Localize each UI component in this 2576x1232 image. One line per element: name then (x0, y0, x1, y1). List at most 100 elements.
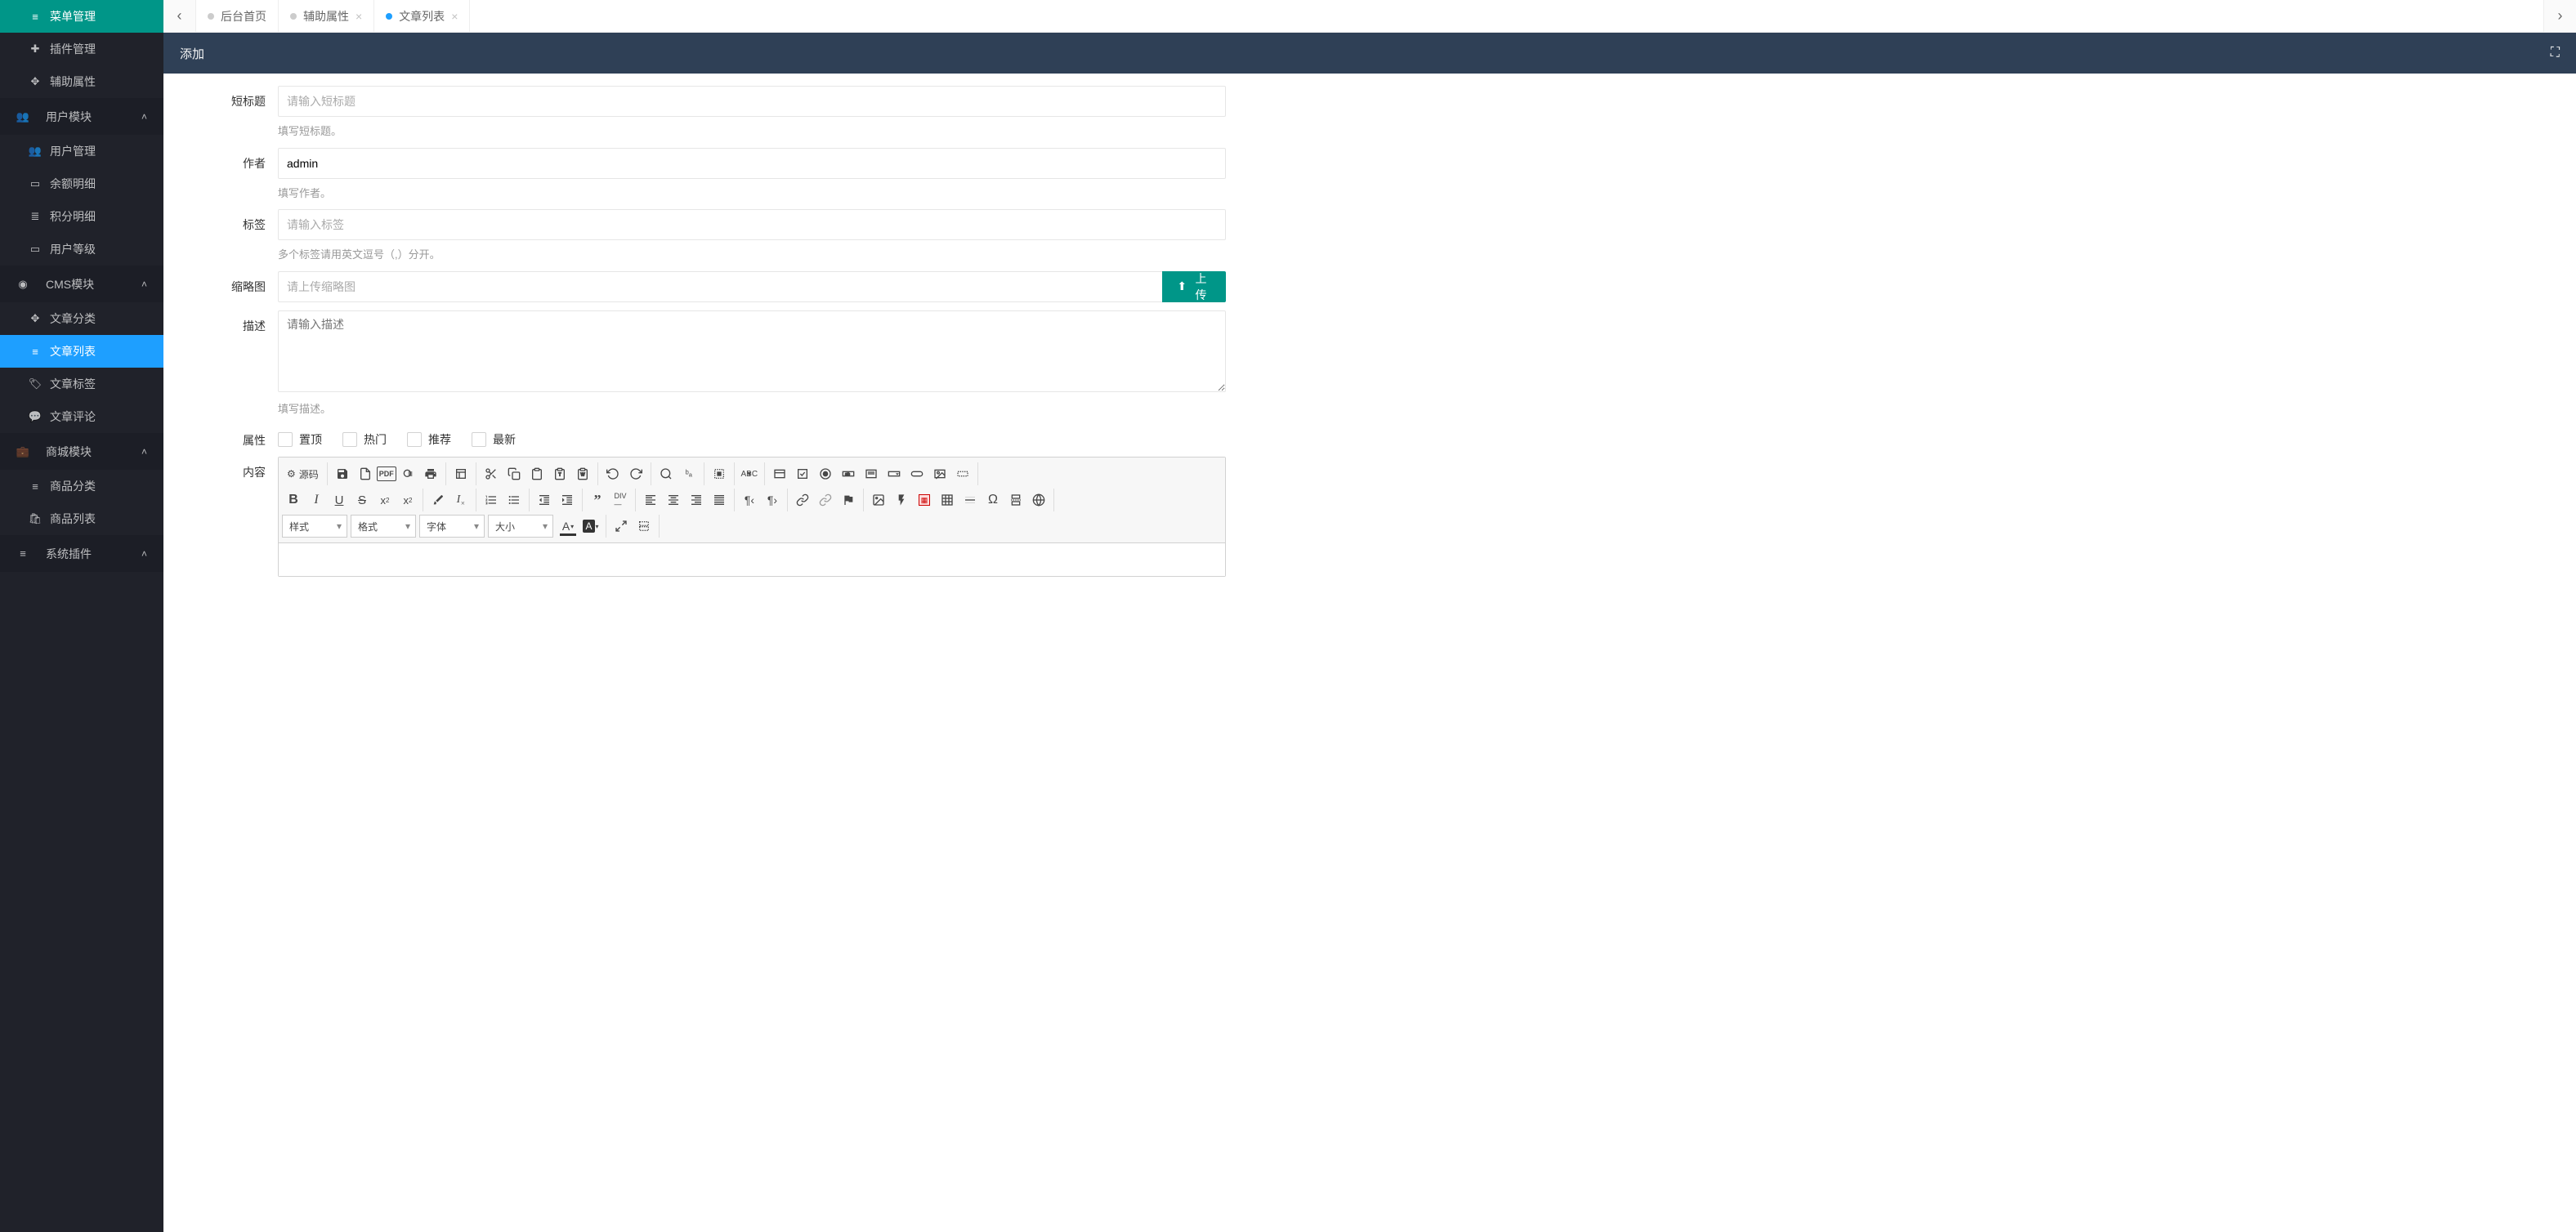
italic-icon[interactable]: I (305, 489, 328, 511)
hidden-field-icon[interactable] (951, 462, 974, 485)
sidebar-item[interactable]: 🏷文章标签 (0, 368, 163, 400)
paste-icon[interactable] (525, 462, 548, 485)
form-icon[interactable] (768, 462, 791, 485)
checkbox-item[interactable]: 推荐 (407, 431, 451, 448)
textarea-icon[interactable] (860, 462, 883, 485)
radio-icon[interactable] (814, 462, 837, 485)
sidebar-item[interactable]: 💬文章评论 (0, 400, 163, 433)
align-center-icon[interactable] (662, 489, 685, 511)
special-char-icon[interactable]: Ω (982, 489, 1004, 511)
superscript-icon[interactable]: x2 (396, 489, 419, 511)
editor-size-select[interactable]: 大小 (488, 515, 553, 538)
maximize-icon[interactable]: ⛶ (2551, 46, 2560, 60)
text-color-icon[interactable]: A▾ (557, 515, 579, 538)
input-thumb[interactable] (278, 271, 1162, 302)
subscript-icon[interactable]: x2 (373, 489, 396, 511)
undo-icon[interactable] (602, 462, 624, 485)
multi-image-icon[interactable]: ▦ (913, 489, 936, 511)
textfield-icon[interactable]: ab (837, 462, 860, 485)
close-icon[interactable]: × (451, 10, 458, 23)
sidebar-item[interactable]: ▭用户等级 (0, 233, 163, 266)
sidebar-item[interactable]: 👥用户管理 (0, 135, 163, 167)
bold-icon[interactable]: B (282, 489, 305, 511)
indent-icon[interactable] (556, 489, 579, 511)
preview-icon[interactable] (396, 462, 419, 485)
underline-icon[interactable]: U (328, 489, 351, 511)
image-button-icon[interactable] (928, 462, 951, 485)
template-icon[interactable] (449, 462, 472, 485)
upload-button[interactable]: ⬆ 上传 (1162, 271, 1226, 302)
textarea-desc[interactable] (278, 310, 1226, 392)
sidebar-section[interactable]: ◉CMS模块˄ (0, 266, 163, 302)
paste-text-icon[interactable]: T (548, 462, 571, 485)
select-all-icon[interactable] (708, 462, 731, 485)
find-icon[interactable] (655, 462, 678, 485)
align-left-icon[interactable] (639, 489, 662, 511)
show-blocks-icon[interactable] (633, 515, 655, 538)
paste-word-icon[interactable]: W (571, 462, 594, 485)
sidebar-item[interactable]: ≡菜单管理 (0, 0, 163, 33)
maximize-editor-icon[interactable] (610, 515, 633, 538)
editor-body[interactable] (279, 543, 1225, 576)
input-tags[interactable] (278, 209, 1226, 240)
editor-style-select[interactable]: 样式 (282, 515, 347, 538)
tab[interactable]: 辅助属性× (279, 0, 374, 32)
align-right-icon[interactable] (685, 489, 708, 511)
sidebar-item[interactable]: ≡文章列表 (0, 335, 163, 368)
checkbox-item[interactable]: 最新 (472, 431, 516, 448)
sidebar-item[interactable]: ✥文章分类 (0, 302, 163, 335)
print-icon[interactable] (419, 462, 442, 485)
input-short-title[interactable] (278, 86, 1226, 117)
input-author[interactable] (278, 148, 1226, 179)
bg-color-icon[interactable]: A▾ (579, 515, 602, 538)
checkbox-item[interactable]: 置顶 (278, 431, 322, 448)
sidebar-item[interactable]: 🛍商品列表 (0, 502, 163, 535)
sidebar-item[interactable]: ✚插件管理 (0, 33, 163, 65)
sidebar-item[interactable]: ▭余额明细 (0, 167, 163, 200)
pdf-icon[interactable]: PDF (377, 466, 396, 481)
sidebar-section[interactable]: 💼商城模块˄ (0, 433, 163, 470)
remove-format-icon[interactable]: I× (449, 489, 472, 511)
numbered-list-icon[interactable] (480, 489, 503, 511)
ltr-icon[interactable]: ¶‹ (738, 489, 761, 511)
copy-icon[interactable] (503, 462, 525, 485)
spellcheck-icon[interactable]: ABC▾ (738, 462, 761, 485)
hr-icon[interactable] (959, 489, 982, 511)
sidebar-section[interactable]: 👥用户模块˄ (0, 98, 163, 135)
align-justify-icon[interactable] (708, 489, 731, 511)
rtl-icon[interactable]: ¶› (761, 489, 784, 511)
link-icon[interactable] (791, 489, 814, 511)
sidebar-section[interactable]: ≡系统插件˄ (0, 535, 163, 572)
redo-icon[interactable] (624, 462, 647, 485)
editor-font-select[interactable]: 字体 (419, 515, 485, 538)
editor-format-select[interactable]: 格式 (351, 515, 416, 538)
pagebreak-icon[interactable] (1004, 489, 1027, 511)
editor-source-button[interactable]: ⚙ 源码 (282, 462, 324, 485)
sidebar-item[interactable]: ✥辅助属性 (0, 65, 163, 98)
blockquote-icon[interactable]: ” (586, 489, 609, 511)
button-field-icon[interactable] (906, 462, 928, 485)
tab[interactable]: 文章列表× (374, 0, 470, 32)
checkbox-item[interactable]: 热门 (342, 431, 387, 448)
iframe-icon[interactable] (1027, 489, 1050, 511)
checkbox-icon[interactable] (791, 462, 814, 485)
new-page-icon[interactable] (354, 462, 377, 485)
sidebar-item[interactable]: ≡商品分类 (0, 470, 163, 502)
div-icon[interactable]: DIV— (609, 489, 632, 511)
outdent-icon[interactable] (533, 489, 556, 511)
replace-icon[interactable]: ᵇₐ (678, 462, 700, 485)
select-field-icon[interactable] (883, 462, 906, 485)
close-icon[interactable]: × (356, 10, 362, 23)
tabs-next[interactable]: › (2543, 0, 2576, 32)
save-icon[interactable] (331, 462, 354, 485)
cut-icon[interactable] (480, 462, 503, 485)
tab[interactable]: 后台首页 (196, 0, 279, 32)
tabs-prev[interactable]: ‹ (163, 0, 196, 32)
highlight-icon[interactable] (427, 489, 449, 511)
unlink-icon[interactable] (814, 489, 837, 511)
bullet-list-icon[interactable] (503, 489, 525, 511)
table-icon[interactable] (936, 489, 959, 511)
sidebar-item[interactable]: ≣积分明细 (0, 200, 163, 233)
flash-icon[interactable] (890, 489, 913, 511)
anchor-icon[interactable] (837, 489, 860, 511)
